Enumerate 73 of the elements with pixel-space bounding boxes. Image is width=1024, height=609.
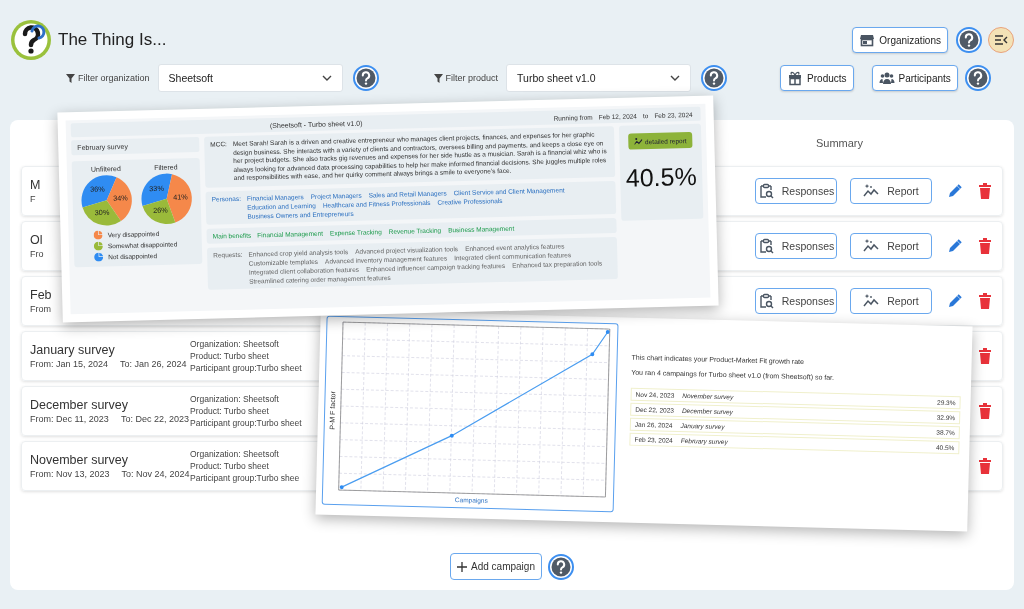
campaign-detail: Organization: Sheetsoft: [190, 448, 279, 460]
sparkle-chart-icon: [863, 238, 880, 254]
funnel-icon: [66, 73, 75, 83]
pencil-icon[interactable]: [948, 294, 962, 308]
responses-button[interactable]: Responses: [755, 288, 837, 314]
filter-select[interactable]: Sheetsoft: [157, 64, 343, 92]
pencil-icon[interactable]: [948, 239, 962, 253]
help-icon[interactable]: [352, 65, 379, 91]
trash-icon[interactable]: [978, 183, 992, 199]
campaign-detail: Organization: Sheetsoft: [190, 393, 279, 405]
filter-select[interactable]: Turbo sheet v1.0: [506, 64, 692, 92]
responses-button[interactable]: Responses: [755, 178, 837, 204]
gift-icon: [787, 70, 804, 86]
date-from: F: [30, 194, 36, 204]
campaign-detail: Product: Turbo sheet: [190, 460, 269, 471]
sparkle-chart-icon: [863, 293, 880, 309]
campaign-detail: Participant group:Turbo sheet: [190, 362, 302, 374]
filter-label: Filter organization: [66, 73, 150, 83]
logo-drawing: [10, 19, 52, 61]
date-to: To: Nov 24, 2024: [121, 469, 190, 479]
campaign-title: Ol: [30, 233, 43, 247]
sparkle-chart-icon: [863, 183, 880, 199]
participants-button[interactable]: Participants: [871, 65, 958, 91]
column-header: Summary: [815, 137, 863, 149]
funnel-icon: [433, 73, 443, 83]
app-title: The Thing Is...: [58, 30, 167, 50]
chevron-down-icon: [321, 75, 332, 81]
trash-icon[interactable]: [978, 458, 992, 474]
store-icon: [859, 32, 876, 48]
clipboard-search-icon: [757, 293, 774, 309]
help-icon[interactable]: [547, 553, 574, 580]
chevron-down-icon: [670, 75, 681, 81]
help-icon[interactable]: [956, 27, 982, 53]
campaign-title: November survey: [30, 453, 128, 467]
date-from: Fro: [30, 249, 44, 259]
trash-icon[interactable]: [978, 348, 992, 364]
clipboard-search-icon: [757, 183, 774, 199]
trash-icon[interactable]: [978, 238, 992, 254]
clipboard-search-icon: [757, 238, 774, 254]
campaign-detail: Organization: Sheetsoft: [190, 338, 279, 350]
date-from: From: Jan 15, 2024: [30, 359, 109, 369]
sparkle-chart-icon: [633, 137, 643, 146]
date-from: From: [30, 304, 51, 314]
people-icon: [878, 70, 895, 86]
help-icon[interactable]: [701, 65, 728, 91]
report-button[interactable]: Report: [850, 233, 932, 259]
responses-button[interactable]: Responses: [755, 233, 837, 259]
menu-collapse-icon: [994, 34, 1008, 46]
plus-icon: [457, 561, 468, 572]
trash-icon[interactable]: [978, 293, 992, 309]
campaign-detail: Participant group:Turbo sheet: [190, 417, 302, 429]
campaign-title: Feb: [30, 288, 52, 302]
campaign-title: M: [30, 178, 41, 192]
products-button[interactable]: Products: [780, 65, 854, 91]
organizations-button[interactable]: Organizations: [852, 27, 948, 53]
trash-icon[interactable]: [978, 403, 992, 419]
date-from: From: Dec 11, 2023: [30, 414, 109, 424]
help-icon[interactable]: [964, 65, 991, 91]
report-button[interactable]: Report: [850, 288, 932, 314]
campaign-detail: Product: Turbo sheet: [190, 350, 269, 362]
campaign-title: December survey: [30, 398, 128, 412]
menu-button[interactable]: [988, 27, 1014, 53]
pencil-icon[interactable]: [948, 184, 962, 198]
filter-label: Filter product: [433, 73, 499, 83]
date-to: To: Jan 26, 2024: [120, 359, 187, 369]
score-value: 40.5%: [625, 161, 698, 193]
report-button[interactable]: Report: [850, 178, 932, 204]
campaign-title: January survey: [30, 343, 115, 357]
campaign-detail: Participant group:Turbo shee: [190, 473, 300, 484]
date-from: From: Nov 13, 2023: [30, 469, 110, 479]
add-campaign-button[interactable]: Add campaign: [450, 553, 542, 580]
date-to: To: Dec 22, 2023: [120, 414, 189, 424]
campaign-detail: Product: Turbo sheet: [190, 405, 269, 417]
